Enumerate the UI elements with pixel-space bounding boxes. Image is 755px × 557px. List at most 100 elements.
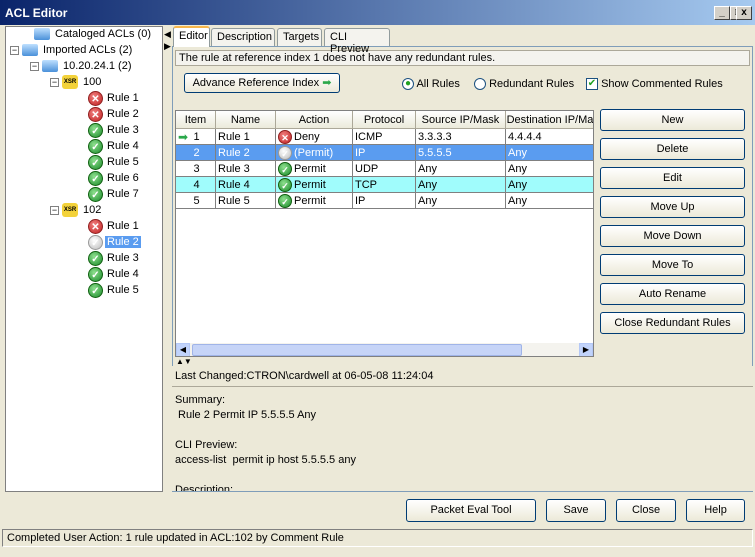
column-header[interactable]: Source IP/Mask (416, 111, 506, 129)
permit-icon: ✓ (88, 122, 103, 138)
close-window-button[interactable]: x (736, 6, 752, 20)
message-line: The rule at reference index 1 does not h… (175, 50, 750, 66)
checkbox-label: Show Commented Rules (601, 78, 723, 90)
cell-text: IP (355, 147, 366, 159)
move-up-button[interactable]: Move Up (600, 196, 745, 218)
cell-dst: Any (506, 145, 593, 161)
radio-all-rules[interactable]: ● All Rules (402, 78, 460, 91)
current-rule-arrow-icon: ➡ (178, 130, 189, 144)
scroll-thumb[interactable] (192, 344, 522, 356)
tab-cli-preview[interactable]: CLI Preview (324, 28, 390, 55)
tree-label: Rule 1 (107, 92, 139, 104)
cell-text: 4.4.4.4 (508, 131, 542, 143)
cell-text: Any (418, 195, 437, 207)
radio-redundant-rules[interactable]: Redundant Rules (474, 78, 575, 91)
auto-rename-button[interactable]: Auto Rename (600, 283, 745, 305)
tree-label: 10.20.24.1 (2) (63, 60, 132, 72)
tree-node-rule[interactable]: ✓ Rule 5 (88, 154, 141, 170)
help-button[interactable]: Help (686, 499, 745, 522)
close-redundant-rules-button[interactable]: Close Redundant Rules (600, 312, 745, 334)
new-button[interactable]: New (600, 109, 745, 131)
collapse-icon[interactable]: − (10, 45, 19, 55)
tree-node-imported[interactable]: − Imported ACLs (2) (10, 42, 134, 58)
table-row[interactable]: ➡ 1 Rule 1 ✕ Deny ICMP 3.3.3.3 4.4.4.4 (176, 129, 593, 145)
summary-label: Summary: (175, 394, 226, 406)
tree-node-rule[interactable]: ✓ Rule 3 (88, 122, 141, 138)
tree-node-rule[interactable]: ✓ Rule 5 (88, 282, 141, 298)
tree-label: Rule 2 (105, 236, 141, 248)
radio-label: All Rules (416, 78, 460, 90)
column-header[interactable]: Protocol (353, 111, 416, 129)
table-row[interactable]: 2 Rule 2 ✓ (Permit) IP 5.5.5.5 Any (176, 145, 593, 161)
move-to-button[interactable]: Move To (600, 254, 745, 276)
collapse-icon[interactable]: − (30, 61, 39, 71)
tree-label: Rule 3 (107, 124, 139, 136)
cell-src: Any (416, 193, 506, 209)
permit-icon: ✓ (278, 178, 292, 192)
scroll-left-button[interactable]: ◀ (176, 343, 190, 356)
rules-table[interactable]: ◀ ▶ Item Name Action Protocol Source IP/Mask… (175, 110, 594, 357)
radio-icon (474, 78, 486, 91)
edit-button[interactable]: Edit (600, 167, 745, 189)
cell-action: ✕ Deny (276, 129, 353, 145)
tree-label: 100 (83, 76, 102, 88)
cell-text: 3 (193, 163, 200, 175)
packet-eval-tool-button[interactable]: Packet Eval Tool (406, 499, 536, 522)
save-button[interactable]: Save (546, 499, 606, 522)
tree-node-rule[interactable]: ✓ Rule 4 (88, 138, 141, 154)
tree-node-acl[interactable]: − XSR 100 (50, 74, 103, 90)
info-panel: Last Changed:CTRON\cardwell at 06-05-08 … (172, 366, 753, 491)
radio-label: Redundant Rules (489, 78, 575, 90)
tree-node-rule[interactable]: ✓ Rule 3 (88, 250, 141, 266)
delete-button[interactable]: Delete (600, 138, 745, 160)
acl-tree[interactable]: Cataloged ACLs (0) − Imported ACLs (2) −10.… (5, 26, 163, 492)
tree-node-rule[interactable]: ✓ Rule 6 (88, 170, 141, 186)
table-row[interactable]: 3 Rule 3 ✓ Permit UDP Any Any (176, 161, 593, 177)
column-header[interactable]: Action (276, 111, 353, 129)
tree-node-rule[interactable]: ✓ Rule 2 (88, 234, 141, 250)
cell-text: 2 (193, 147, 200, 159)
tree-node-device[interactable]: − 10.20.24.1 (2) (30, 58, 134, 74)
arrow-right-icon: ➡ (322, 77, 332, 89)
table-row[interactable]: 4 Rule 4 ✓ Permit TCP Any Any (176, 177, 593, 193)
column-header[interactable]: Name (216, 111, 276, 129)
tree-label: Imported ACLs (2) (43, 44, 133, 56)
tree-node-rule[interactable]: ✕ Rule 2 (88, 106, 141, 122)
advance-reference-index-button[interactable]: Advance Reference Index ➡ (184, 73, 340, 93)
permit-icon: ✓ (278, 194, 292, 208)
show-commented-checkbox[interactable]: ✔ Show Commented Rules (586, 78, 723, 91)
horizontal-scrollbar[interactable]: ◀ ▶ (176, 343, 593, 356)
column-header[interactable]: Item (176, 111, 216, 129)
move-down-button[interactable]: Move Down (600, 225, 745, 247)
tab-description[interactable]: Description (211, 28, 275, 46)
tree-node-rule[interactable]: ✓ Rule 7 (88, 186, 141, 202)
collapse-icon[interactable]: − (50, 205, 59, 215)
cell-text: Any (418, 179, 437, 191)
tab-targets[interactable]: Targets (277, 28, 322, 46)
column-header[interactable]: Destination IP/Mask (506, 111, 593, 129)
disabled-icon: ✓ (88, 234, 103, 250)
deny-icon: ✕ (88, 218, 103, 234)
splitter-arrows[interactable]: ◀ ▶ (164, 28, 171, 52)
tree-node-cataloged[interactable]: Cataloged ACLs (0) (34, 26, 153, 42)
minimize-button[interactable]: _ (714, 6, 730, 20)
scroll-right-button[interactable]: ▶ (579, 343, 593, 356)
cell-dst: Any (506, 161, 593, 177)
cell-item: ➡ 1 (176, 129, 216, 145)
tree-label: Cataloged ACLs (0) (55, 28, 151, 40)
tree-node-acl[interactable]: − XSR 102 (50, 202, 103, 218)
permit-icon: ✓ (88, 250, 103, 266)
splitter-arrows-horizontal[interactable]: ▲▼ (176, 357, 192, 366)
tree-node-rule[interactable]: ✓ Rule 4 (88, 266, 141, 282)
tree-label: 102 (83, 204, 102, 216)
tree-node-rule[interactable]: ✕ Rule 1 (88, 90, 141, 106)
cell-protocol: ICMP (353, 129, 416, 145)
table-row[interactable]: 5 Rule 5 ✓ Permit IP Any Any (176, 193, 593, 209)
tree-node-rule[interactable]: ✕ Rule 1 (88, 218, 141, 234)
window-title: ACL Editor (5, 6, 68, 20)
tab-editor[interactable]: Editor (173, 26, 210, 47)
collapse-icon[interactable]: − (50, 77, 59, 87)
cli-text: access-list permit ip host 5.5.5.5 any (175, 454, 356, 466)
cell-text: 4 (193, 179, 200, 191)
close-button[interactable]: Close (616, 499, 676, 522)
